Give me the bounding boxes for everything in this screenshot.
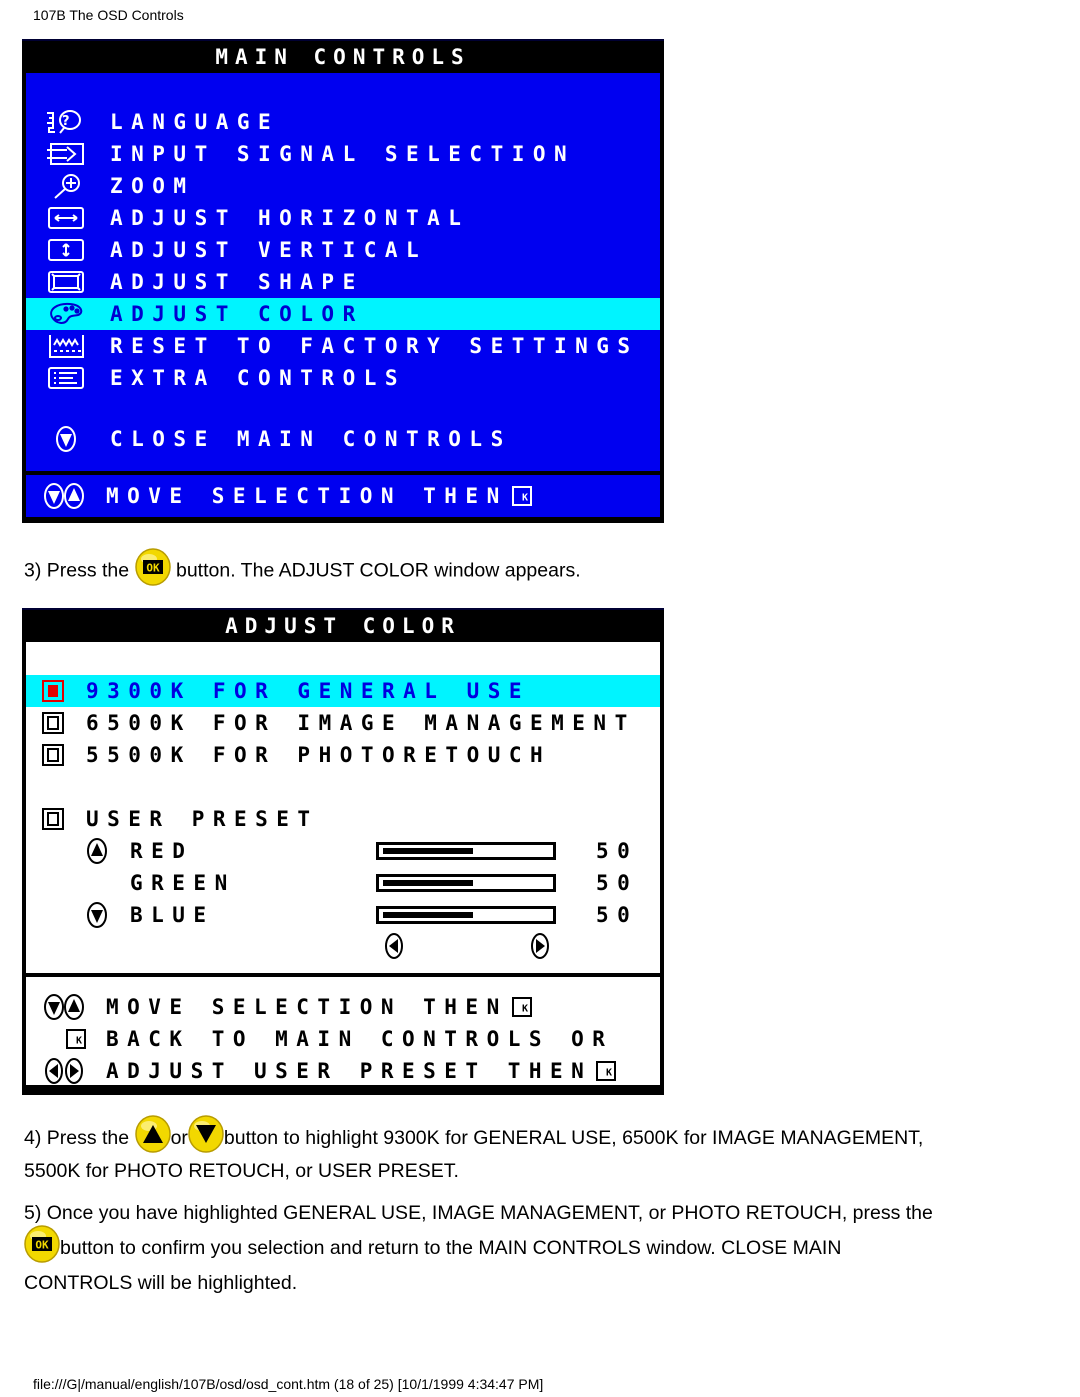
checkbox-icon (42, 806, 64, 832)
page-footer: file:///G|/manual/english/107B/osd/osd_c… (33, 1376, 544, 1392)
ok-icon (512, 486, 532, 506)
factory-reset-icon (44, 333, 88, 359)
channel-label: BLUE (130, 903, 215, 927)
up-button-icon (135, 1115, 171, 1162)
ok-button-icon: OK (135, 548, 171, 595)
channel-value: 50 (596, 839, 639, 863)
step-4-instruction: 4) Press the or button to highlight 9300… (24, 1120, 1054, 1186)
input-signal-icon (44, 141, 88, 167)
adjust-color-hint-bar: MOVE SELECTION THEN BACK TO MAIN CONTROL… (26, 977, 660, 1085)
up-button-icon (86, 838, 108, 864)
ok-icon (42, 1029, 86, 1049)
menu-item-adjust-color[interactable]: ADJUST COLOR (26, 298, 660, 330)
left-right-buttons-icon (42, 1058, 86, 1084)
ok-icon (596, 1061, 616, 1081)
option-label: 9300K FOR GENERAL USE (86, 679, 531, 703)
blue-level-slider[interactable] (376, 906, 556, 924)
menu-item-label: ADJUST COLOR (110, 302, 364, 326)
menu-item-language[interactable]: ? LANGUAGE (26, 106, 660, 138)
menu-item-reset-factory-settings[interactable]: RESET TO FACTORY SETTINGS (26, 330, 660, 362)
adjust-color-osd: ADJUST COLOR 9300K FOR GENERAL USE 6500K… (22, 608, 664, 1095)
channel-value: 50 (596, 903, 639, 927)
hint-text: MOVE SELECTION THEN (106, 995, 508, 1019)
main-controls-osd: MAIN CONTROLS ? LANGUAGE INPUT SIGNAL SE… (22, 39, 664, 523)
menu-item-zoom[interactable]: ZOOM (26, 170, 660, 202)
horizontal-arrows-icon (44, 205, 88, 231)
channel-label: GREEN (130, 871, 236, 895)
page-header: 107B The OSD Controls (33, 7, 184, 23)
right-button-icon[interactable] (530, 933, 550, 959)
menu-item-label: ADJUST HORIZONTAL (110, 206, 470, 230)
menu-item-label: LANGUAGE (110, 110, 280, 134)
ok-button-icon: OK (24, 1225, 60, 1272)
channel-green[interactable]: GREEN 50 (26, 867, 660, 899)
left-button-icon[interactable] (384, 933, 404, 959)
hint-text: BACK TO MAIN CONTROLS OR (106, 1027, 614, 1051)
red-level-slider[interactable] (376, 842, 556, 860)
menu-item-adjust-vertical[interactable]: ADJUST VERTICAL (26, 234, 660, 266)
menu-item-label: ADJUST VERTICAL (110, 238, 428, 262)
selected-checkbox-icon (42, 678, 64, 704)
hint-text: MOVE SELECTION THEN (106, 484, 508, 508)
menu-item-adjust-shape[interactable]: ADJUST SHAPE (26, 266, 660, 298)
menu-item-label: EXTRA CONTROLS (110, 366, 407, 390)
down-button-icon (86, 902, 108, 928)
step-3-instruction: 3) Press the OK button. The ADJUST COLOR… (24, 548, 581, 595)
adjust-color-menu: 9300K FOR GENERAL USE 6500K FOR IMAGE MA… (26, 642, 660, 973)
menu-item-label: ADJUST SHAPE (110, 270, 364, 294)
extra-controls-icon (44, 365, 88, 391)
svg-text:OK: OK (146, 562, 160, 575)
slider-fill (383, 912, 473, 918)
option-label: 5500K FOR PHOTORETOUCH (86, 743, 552, 767)
palette-icon (44, 301, 88, 327)
zoom-icon (44, 173, 88, 199)
down-up-buttons-icon (42, 994, 86, 1020)
svg-text:?: ? (62, 114, 78, 129)
close-main-controls[interactable]: CLOSE MAIN CONTROLS (26, 423, 660, 455)
left-right-controls (26, 931, 660, 963)
shape-icon (44, 269, 88, 295)
menu-item-adjust-horizontal[interactable]: ADJUST HORIZONTAL (26, 202, 660, 234)
step-5-instruction: 5) Once you have highlighted GENERAL USE… (24, 1202, 933, 1294)
checkbox-icon (42, 742, 64, 768)
close-label: CLOSE MAIN CONTROLS (110, 427, 512, 451)
slider-fill (383, 880, 473, 886)
main-controls-hint-bar: MOVE SELECTION THEN (26, 475, 660, 517)
language-icon: ? (44, 109, 88, 135)
svg-text:OK: OK (35, 1238, 49, 1251)
menu-item-label: ZOOM (110, 174, 195, 198)
menu-item-input-signal-selection[interactable]: INPUT SIGNAL SELECTION (26, 138, 660, 170)
down-button-icon (188, 1115, 224, 1162)
option-user-preset[interactable]: USER PRESET (26, 803, 660, 835)
option-label: 6500K FOR IMAGE MANAGEMENT (86, 711, 636, 735)
hint-text: ADJUST USER PRESET THEN (106, 1059, 593, 1083)
checkbox-icon (42, 710, 64, 736)
ok-icon (512, 997, 532, 1017)
menu-item-label: RESET TO FACTORY SETTINGS (110, 334, 639, 358)
down-up-buttons-icon (42, 483, 86, 509)
option-label: USER PRESET (86, 807, 319, 831)
channel-label: RED (130, 839, 194, 863)
green-level-slider[interactable] (376, 874, 556, 892)
option-5500k[interactable]: 5500K FOR PHOTORETOUCH (26, 739, 660, 771)
option-6500k[interactable]: 6500K FOR IMAGE MANAGEMENT (26, 707, 660, 739)
osd-title: ADJUST COLOR (225, 614, 461, 638)
osd-title: MAIN CONTROLS (215, 45, 471, 69)
channel-value: 50 (596, 871, 639, 895)
option-9300k[interactable]: 9300K FOR GENERAL USE (26, 675, 660, 707)
channel-blue[interactable]: BLUE 50 (26, 899, 660, 931)
slider-fill (383, 848, 473, 854)
menu-item-label: INPUT SIGNAL SELECTION (110, 142, 576, 166)
vertical-arrows-icon (44, 237, 88, 263)
main-controls-menu: ? LANGUAGE INPUT SIGNAL SELECTION ZOOM A… (26, 73, 660, 471)
down-button-icon (44, 426, 88, 452)
channel-red[interactable]: RED 50 (26, 835, 660, 867)
menu-item-extra-controls[interactable]: EXTRA CONTROLS (26, 362, 660, 394)
